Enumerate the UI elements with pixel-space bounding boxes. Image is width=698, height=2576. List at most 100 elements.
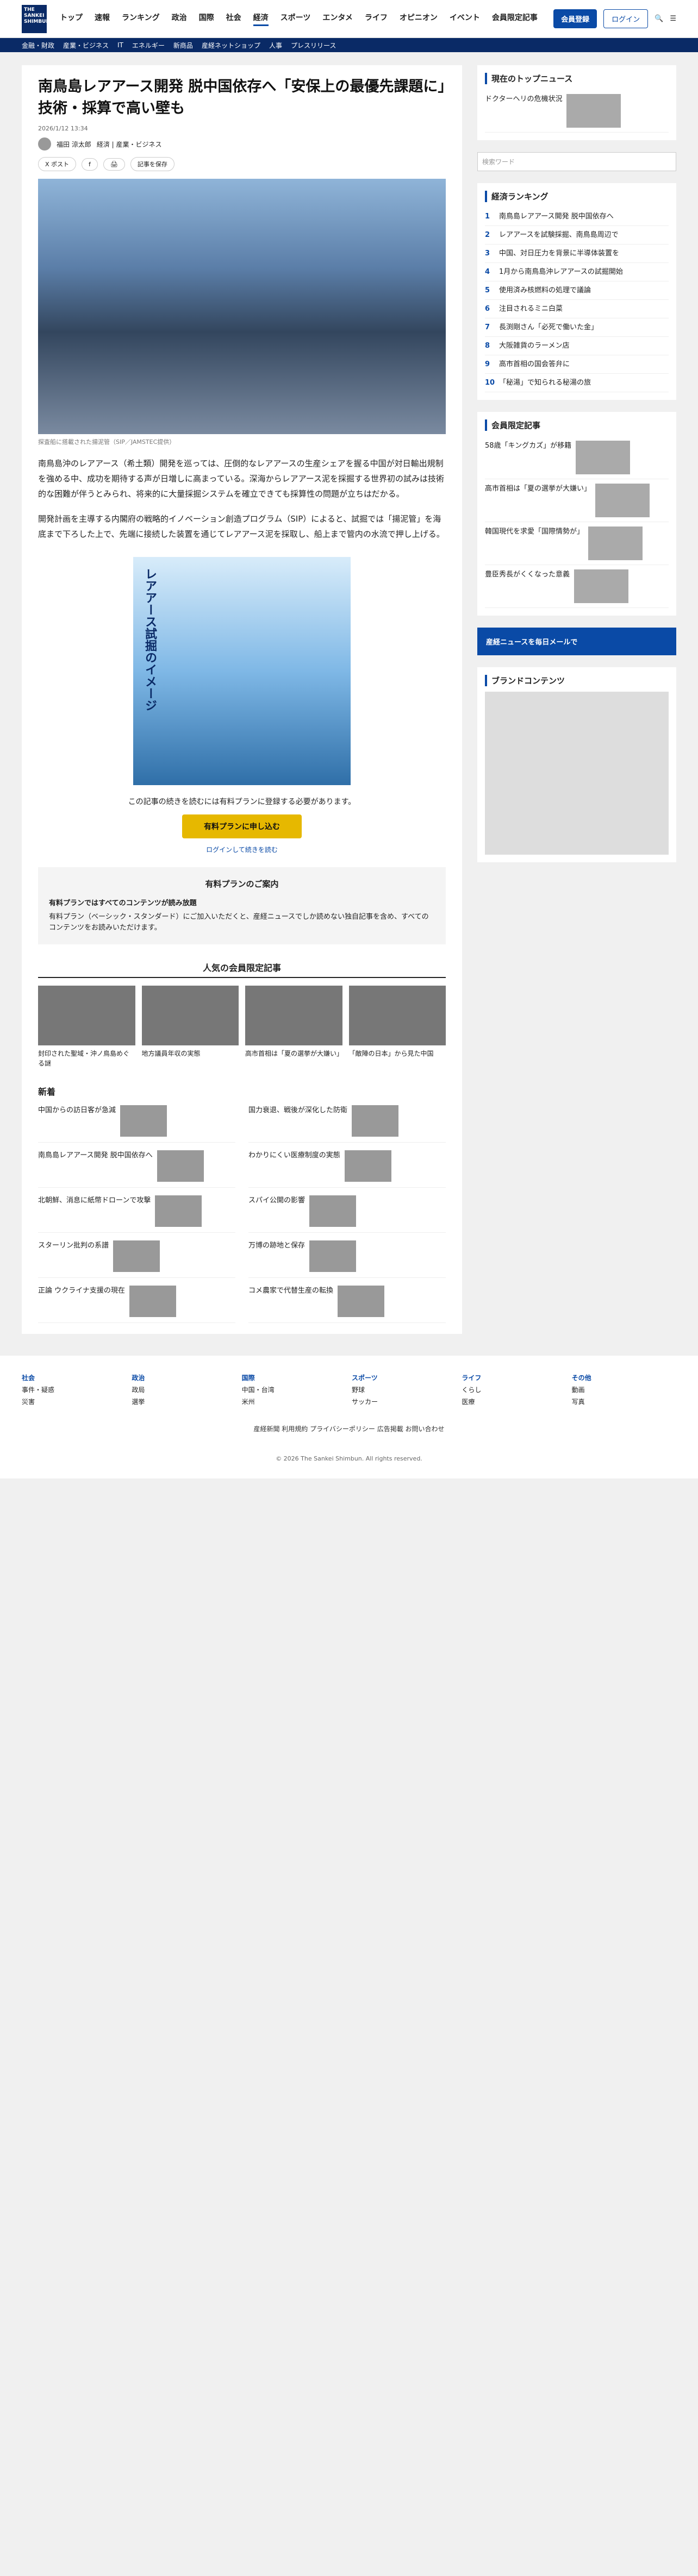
news-text: 正論 ウクライナ支援の現在 [38,1287,125,1295]
ranking-item[interactable]: 7 長渕剛さん「必死で働いた金」 [485,318,669,337]
ranking-item[interactable]: 1 南鳥島レアアース開発 脱中国依存へ [485,208,669,226]
register-button[interactable]: 会員登録 [553,9,597,28]
news-thumb [309,1195,357,1227]
ranking-text: 大阪雑貨のラーメン店 [499,342,570,350]
author-name[interactable]: 福田 涼太郎 [57,140,91,149]
newsletter-banner[interactable]: 産経ニュースを毎日メールで [477,628,676,655]
nav-sports[interactable]: スポーツ [281,12,311,26]
article-main: 南鳥島レアアース開発 脱中国依存へ「安保上の最優先課題に」技術・採算で高い壁も … [22,65,462,1334]
subnav-personnel[interactable]: 人事 [269,41,282,50]
subnav-business[interactable]: 産業・ビジネス [63,41,109,50]
news-thumb [120,1105,167,1137]
news-item[interactable]: わかりにくい医療制度の実態 [248,1150,446,1188]
members-item[interactable]: 高市首相は「夏の選挙が大嫌い」 [485,479,669,522]
footer-col-title[interactable]: ライフ [462,1374,481,1382]
footer-col-title[interactable]: 国際 [242,1374,255,1382]
members-thumb [595,484,650,517]
footer-link[interactable]: 野球 [352,1386,365,1394]
footer-link[interactable]: 医療 [462,1398,475,1406]
ranking-item[interactable]: 4 1月から南鳥島沖レアアースの試掘開始 [485,263,669,281]
ranking-item[interactable]: 8 大阪雑貨のラーメン店 [485,337,669,355]
nav-breaking[interactable]: 速報 [95,12,110,26]
news-item[interactable]: 南鳥島レアアース開発 脱中国依存へ [38,1150,235,1188]
site-header: THE SANKEI SHIMBUN トップ 速報 ランキング 政治 国際 社会 経… [0,0,698,38]
footer-col-title[interactable]: 政治 [132,1374,145,1382]
footer-link[interactable]: 中国・台湾 [242,1386,275,1394]
footer-link[interactable]: 動画 [572,1386,585,1394]
members-text: 高市首相は「夏の選挙が大嫌い」 [485,485,591,493]
popular-card[interactable]: 封印された聖域・沖ノ鳥島めぐる謎 [38,986,135,1068]
ranking-item[interactable]: 3 中国、対日圧力を背景に半導体装置を [485,245,669,263]
ranking-box: 経済ランキング 1 南鳥島レアアース開発 脱中国依存へ 2 レアアースを試験採掘、南… [477,183,676,400]
subnav-energy[interactable]: エネルギー [132,41,165,50]
nav-opinion[interactable]: オピニオン [400,12,438,26]
members-text: 豊臣秀長がくくなった意義 [485,571,570,579]
subnav-press[interactable]: プレスリリース [291,41,336,50]
card-image [141,986,239,1045]
news-item[interactable]: 正論 ウクライナ支援の現在 [38,1286,235,1323]
save-article-button[interactable]: 記事を保存 [130,157,174,171]
popular-card[interactable]: 「敵陣の日本」から見た中国 [348,986,446,1068]
news-item[interactable]: コメ農家で代替生産の転換 [248,1286,446,1323]
search-input[interactable]: 検索ワード [477,152,676,171]
footer-links[interactable]: 産経新聞 利用規約 プライバシーポリシー 広告掲載 お問い合わせ [22,1424,676,1433]
login-link[interactable]: ログインして続きを読む [38,845,446,854]
nav-entertainment[interactable]: エンタメ [322,12,353,26]
members-item[interactable]: 58歳「キングカズ」が移籍 [485,436,669,479]
news-item[interactable]: スターリン批判の系譜 [38,1240,235,1278]
footer-col-title[interactable]: スポーツ [352,1374,378,1382]
footer-link[interactable]: 米州 [242,1398,255,1406]
members-item[interactable]: 豊臣秀長がくくなった意義 [485,565,669,608]
ranking-item[interactable]: 5 使用済み核燃料の処理で議論 [485,281,669,300]
ranking-item[interactable]: 6 注目されるミニ白菜 [485,300,669,318]
footer-link[interactable]: 選挙 [132,1398,145,1406]
nav-top[interactable]: トップ [60,12,83,26]
share-x-button[interactable]: X ポスト [38,157,77,171]
news-item[interactable]: スパイ公開の影響 [248,1195,446,1233]
nav-life[interactable]: ライフ [365,12,388,26]
nav-members[interactable]: 会員限定記事 [492,12,538,26]
nav-international[interactable]: 国際 [199,12,214,26]
search-icon[interactable]: 🔍 [655,15,663,23]
subnav-it[interactable]: IT [117,41,123,49]
ranking-item[interactable]: 2 レアアースを試験採掘、南鳥島周辺で [485,226,669,245]
nav-society[interactable]: 社会 [226,12,241,26]
brand-content[interactable] [485,692,669,855]
ranking-item[interactable]: 10 「秘湯」で知られる秘湯の旅 [485,374,669,392]
news-item[interactable]: 国力衰退、戦後が深化した防衛 [248,1105,446,1143]
site-logo[interactable]: THE SANKEI SHIMBUN [22,4,50,33]
footer-link[interactable]: 写真 [572,1398,585,1406]
footer-col-title[interactable]: その他 [572,1374,591,1382]
news-thumb [338,1286,385,1317]
subscribe-button[interactable]: 有料プランに申し込む [182,814,302,838]
nav-politics[interactable]: 政治 [172,12,187,26]
footer-link[interactable]: くらし [462,1386,481,1394]
menu-icon[interactable]: ☰ [670,15,676,23]
paywall: この記事の続きを読むには有料プランに登録する必要があります。 有料プランに申し込… [38,796,446,854]
popular-title: 人気の会員限定記事 [38,961,446,978]
footer-link[interactable]: 災害 [22,1398,35,1406]
popular-card[interactable]: 地方議員年収の実態 [141,986,239,1068]
ranking-item[interactable]: 9 高市首相の国会答弁に [485,355,669,374]
top-news-item[interactable]: ドクターヘリの危機状況 [485,90,669,133]
news-item[interactable]: 中国からの訪日客が急減 [38,1105,235,1143]
subnav-finance[interactable]: 金融・財政 [22,41,54,50]
nav-ranking[interactable]: ランキング [122,12,160,26]
news-item[interactable]: 万博の跡地と保存 [248,1240,446,1278]
subnav-shop[interactable]: 産経ネットショップ [202,41,260,50]
article-tags[interactable]: 経済 | 産業・ビジネス [97,140,162,149]
footer-link[interactable]: サッカー [352,1398,378,1406]
footer-link[interactable]: 事件・疑惑 [22,1386,54,1394]
members-item[interactable]: 韓国現代を求愛「国際情勢が」 [485,522,669,565]
nav-economy[interactable]: 経済 [253,12,269,26]
nav-event[interactable]: イベント [450,12,480,26]
print-button[interactable]: 🖨 [103,158,125,171]
news-item[interactable]: 北朝鮮、消息に紙幣ドローンで攻撃 [38,1195,235,1233]
share-facebook-button[interactable]: f [82,158,98,171]
footer-link[interactable]: 政局 [132,1386,145,1394]
popular-card[interactable]: 高市首相は「夏の選挙が大嫌い」 [245,986,343,1068]
card-title: 地方議員年収の実態 [141,1050,201,1057]
subnav-newproducts[interactable]: 新商品 [173,41,193,50]
login-button[interactable]: ログイン [603,9,649,28]
footer-col-title[interactable]: 社会 [22,1374,35,1382]
